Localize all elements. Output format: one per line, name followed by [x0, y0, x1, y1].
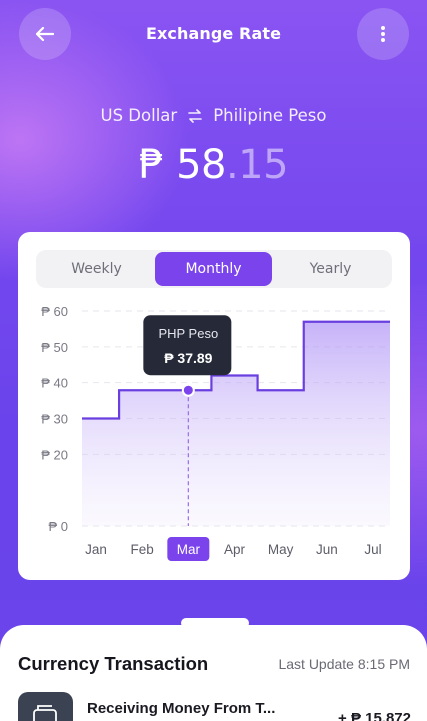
wallet-icon	[33, 705, 57, 721]
x-tick-label: Feb	[131, 542, 154, 557]
period-tabs: Weekly Monthly Yearly	[36, 250, 392, 288]
y-tick-label: ₱ 30	[41, 412, 68, 427]
last-update: Last Update 8:15 PM	[278, 656, 410, 672]
rate-decimal: .15	[225, 142, 289, 188]
y-tick-label: ₱ 60	[41, 304, 68, 319]
to-currency[interactable]: Philipine Peso	[213, 106, 326, 125]
transactions-title: Currency Transaction	[18, 653, 209, 674]
y-tick-label: ₱ 0	[48, 519, 68, 534]
y-tick-label: ₱ 20	[41, 447, 68, 462]
from-currency[interactable]: US Dollar	[101, 106, 178, 125]
transaction-item-title[interactable]: Receiving Money From T...	[87, 700, 275, 717]
top-bar: Exchange Rate	[0, 0, 427, 68]
tab-monthly[interactable]: Monthly	[155, 252, 272, 286]
tab-yearly[interactable]: Yearly	[272, 252, 389, 286]
more-options-button[interactable]	[357, 8, 409, 60]
x-tick-label: Jun	[316, 542, 338, 557]
tooltip-title: PHP Peso	[158, 326, 218, 341]
currency-pair[interactable]: US Dollar Philipine Peso	[0, 106, 427, 125]
transaction-item-amount: + ₱ 15,872	[338, 710, 411, 721]
exchange-rate-chart[interactable]: ₱ 60 ₱ 50 ₱ 40 ₱ 30 ₱ 20 ₱ 0 PHP Peso ₱ 37.89 Ja…	[18, 292, 410, 577]
swap-arrows-icon[interactable]	[187, 108, 203, 123]
chart-card: Weekly Monthly Yearly ₱ 60 ₱ 50 ₱ 40 ₱ 30 ₱ …	[18, 232, 410, 580]
peso-symbol: ₱	[138, 142, 164, 188]
tab-weekly[interactable]: Weekly	[38, 252, 155, 286]
y-tick-label: ₱ 40	[41, 376, 68, 391]
sheet-handle[interactable]	[181, 618, 249, 628]
x-tick-label: Apr	[224, 542, 246, 557]
rate-integer: 58	[176, 142, 226, 188]
transaction-item-icon	[18, 692, 73, 721]
chart-area-fill	[82, 321, 390, 526]
more-vertical-icon	[381, 26, 385, 42]
tooltip-value: ₱ 37.89	[164, 350, 212, 366]
transactions-sheet: Currency Transaction Last Update 8:15 PM…	[0, 625, 427, 721]
y-tick-label: ₱ 50	[41, 340, 68, 355]
x-tick-label: Mar	[177, 542, 201, 557]
x-tick-label: May	[268, 542, 294, 557]
x-tick-label: Jul	[364, 542, 381, 557]
exchange-rate-value: ₱ 58.15	[0, 142, 427, 188]
x-tick-label: Jan	[85, 542, 107, 557]
highlight-point	[181, 383, 195, 397]
